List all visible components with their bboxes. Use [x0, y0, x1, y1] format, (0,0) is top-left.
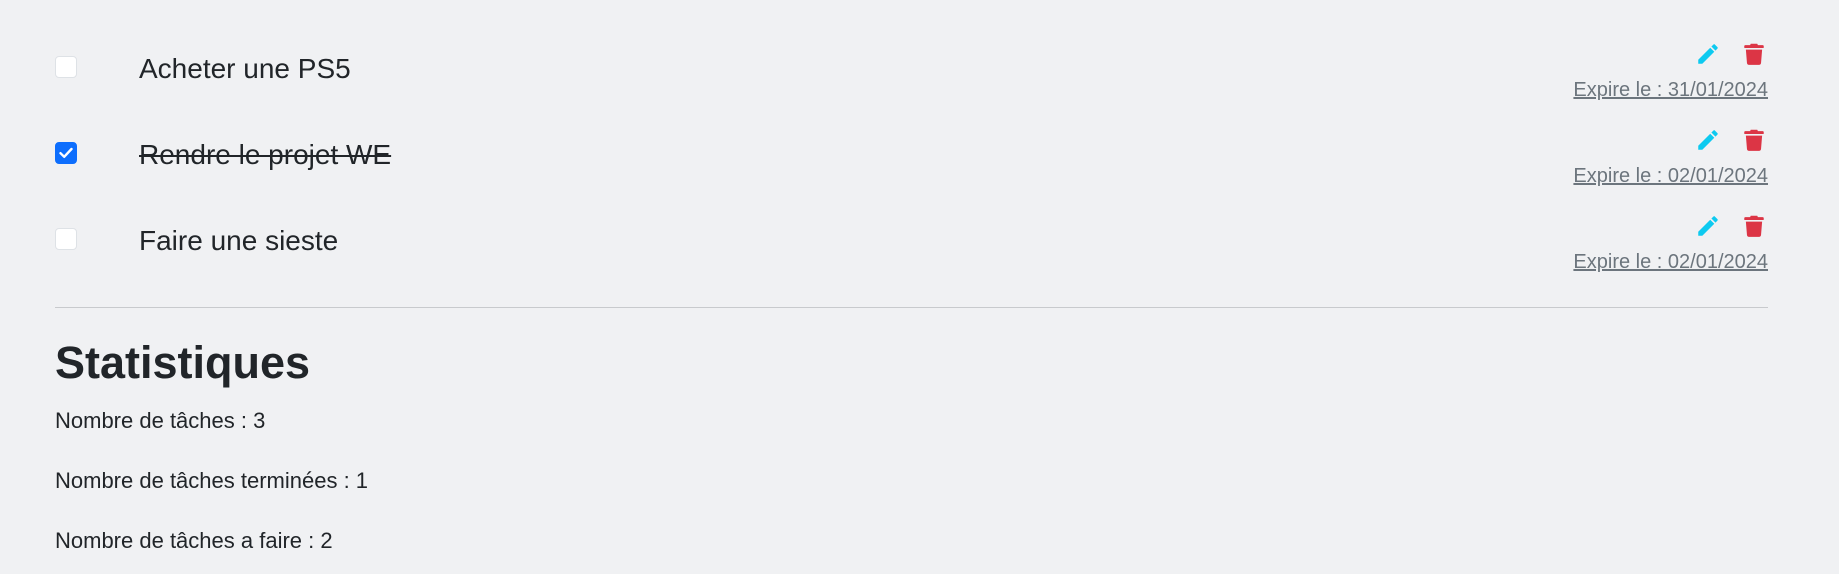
task-checkbox[interactable]: [55, 56, 77, 78]
pencil-icon[interactable]: [1694, 40, 1722, 68]
check-icon: [59, 147, 73, 158]
task-row: Acheter une PS5 Expire le : 31/01/2024: [55, 30, 1768, 116]
task-label: Faire une sieste: [139, 225, 339, 256]
task-actions: Expire le : 02/01/2024: [1558, 208, 1768, 278]
trash-icon[interactable]: [1740, 40, 1768, 68]
task-list: Acheter une PS5 Expire le : 31/01/2024 R…: [55, 30, 1768, 288]
stat-completed: Nombre de tâches terminées : 1: [55, 468, 369, 493]
page-container: Acheter une PS5 Expire le : 31/01/2024 R…: [55, 0, 1768, 574]
task-checkbox[interactable]: [55, 142, 77, 164]
task-actions: Expire le : 02/01/2024: [1558, 122, 1768, 192]
stats-title: Statistiques: [55, 337, 311, 388]
expire-date[interactable]: Expire le : 02/01/2024: [1573, 164, 1768, 188]
stat-total: Nombre de tâches : 3: [55, 408, 266, 433]
stat-todo: Nombre de tâches a faire : 2: [55, 528, 333, 553]
task-checkbox[interactable]: [55, 228, 77, 250]
task-label: Rendre le projet WE: [139, 139, 392, 170]
trash-icon[interactable]: [1740, 126, 1768, 154]
expire-date[interactable]: Expire le : 31/01/2024: [1573, 78, 1768, 102]
task-actions: Expire le : 31/01/2024: [1558, 36, 1768, 106]
pencil-icon[interactable]: [1694, 126, 1722, 154]
trash-icon[interactable]: [1740, 212, 1768, 240]
task-label: Acheter une PS5: [139, 53, 351, 84]
task-row: Faire une sieste Expire le : 02/01/2024: [55, 202, 1768, 288]
task-row: Rendre le projet WE Expire le : 02/01/20…: [55, 116, 1768, 202]
pencil-icon[interactable]: [1694, 212, 1722, 240]
expire-date[interactable]: Expire le : 02/01/2024: [1573, 250, 1768, 274]
section-divider: [55, 307, 1768, 308]
